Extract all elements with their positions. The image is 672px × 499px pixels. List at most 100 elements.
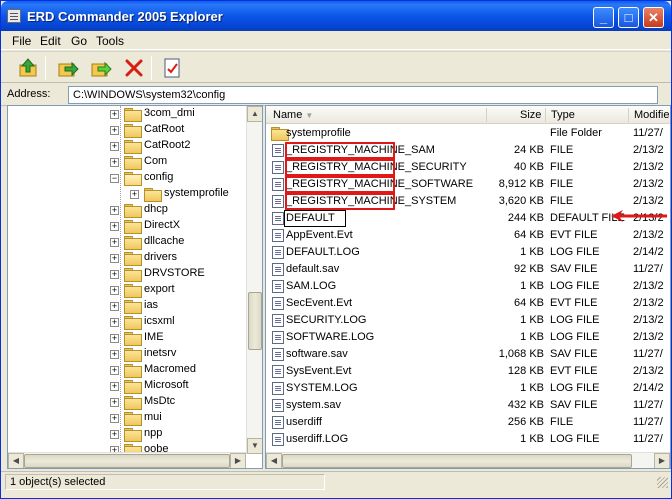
expand-icon[interactable]: + bbox=[110, 318, 119, 327]
expand-icon[interactable]: + bbox=[110, 222, 119, 231]
column-divider[interactable] bbox=[628, 108, 629, 122]
tree-item[interactable]: + Com bbox=[8, 154, 248, 170]
column-divider[interactable] bbox=[545, 108, 546, 122]
minimize-button[interactable]: _ bbox=[593, 7, 614, 28]
title-bar[interactable]: ERD Commander 2005 Explorer _ □ ✕ bbox=[1, 1, 671, 31]
tree-item[interactable]: + mui bbox=[8, 410, 248, 426]
tree-item[interactable]: + IME bbox=[8, 330, 248, 346]
tree-item[interactable]: + DRVSTORE bbox=[8, 266, 248, 282]
expand-icon[interactable]: + bbox=[110, 142, 119, 151]
column-modified-header[interactable]: Modifie bbox=[634, 109, 669, 121]
tree-scroll-thumb[interactable] bbox=[248, 292, 262, 350]
expand-icon[interactable]: + bbox=[110, 158, 119, 167]
expand-icon[interactable]: + bbox=[110, 366, 119, 375]
tree-item[interactable]: + icsxml bbox=[8, 314, 248, 330]
expand-icon[interactable]: + bbox=[110, 126, 119, 135]
scroll-left-icon[interactable]: ◀ bbox=[8, 453, 24, 468]
expand-icon[interactable]: + bbox=[110, 286, 119, 295]
tree-item[interactable]: + Microsoft bbox=[8, 378, 248, 394]
file-size: 40 KB bbox=[514, 161, 544, 173]
tree-item-label: CatRoot2 bbox=[144, 139, 191, 151]
file-row[interactable]: SOFTWARE.LOG 1 KB LOG FILE 2/13/2 bbox=[266, 329, 670, 346]
file-row[interactable]: AppEvent.Evt 64 KB EVT FILE 2/13/2 bbox=[266, 227, 670, 244]
move-icon[interactable] bbox=[55, 55, 81, 81]
resize-grip-icon[interactable] bbox=[657, 477, 668, 488]
column-type-header[interactable]: Type bbox=[551, 109, 575, 121]
tree-item[interactable]: + ias bbox=[8, 298, 248, 314]
tree-horizontal-scrollbar[interactable]: ◀ ▶ bbox=[8, 452, 246, 468]
list-hscroll-thumb[interactable] bbox=[282, 454, 632, 468]
file-row[interactable]: userdiff 256 KB FILE 11/27/ bbox=[266, 414, 670, 431]
list-horizontal-scrollbar[interactable]: ◀ ▶ bbox=[266, 452, 670, 468]
column-name-header[interactable]: Name ▼ bbox=[273, 109, 313, 121]
tree-item[interactable]: + DirectX bbox=[8, 218, 248, 234]
tree-item[interactable]: + inetsrv bbox=[8, 346, 248, 362]
expand-icon[interactable]: + bbox=[110, 302, 119, 311]
expand-icon[interactable]: + bbox=[110, 206, 119, 215]
file-size: 1 KB bbox=[520, 246, 544, 258]
menu-edit[interactable]: Edit bbox=[40, 34, 61, 48]
file-row[interactable]: default.sav 92 KB SAV FILE 11/27/ bbox=[266, 261, 670, 278]
file-row[interactable]: _REGISTRY_MACHINE_SAM 24 KB FILE 2/13/2 bbox=[266, 142, 670, 159]
expand-icon[interactable]: + bbox=[110, 334, 119, 343]
tree-item[interactable]: +3com_dmi bbox=[8, 106, 248, 122]
explorer-window: ERD Commander 2005 Explorer _ □ ✕ File E… bbox=[0, 0, 672, 499]
expand-icon[interactable]: + bbox=[110, 110, 119, 119]
menu-tools[interactable]: Tools bbox=[96, 34, 124, 48]
menu-go[interactable]: Go bbox=[71, 34, 87, 48]
menu-file[interactable]: File bbox=[12, 34, 31, 48]
scroll-right-icon[interactable]: ▶ bbox=[230, 453, 246, 468]
collapse-icon[interactable]: − bbox=[110, 174, 119, 183]
expand-icon[interactable]: + bbox=[110, 254, 119, 263]
delete-icon[interactable] bbox=[121, 55, 147, 81]
expand-icon[interactable]: + bbox=[110, 238, 119, 247]
tree-item[interactable]: + export bbox=[8, 282, 248, 298]
file-row[interactable]: system.sav 432 KB SAV FILE 11/27/ bbox=[266, 397, 670, 414]
tree-vertical-scrollbar[interactable]: ▲ ▼ bbox=[246, 106, 262, 454]
scroll-right-icon[interactable]: ▶ bbox=[654, 453, 670, 468]
file-row[interactable]: SecEvent.Evt 64 KB EVT FILE 2/13/2 bbox=[266, 295, 670, 312]
expand-icon[interactable]: + bbox=[110, 398, 119, 407]
file-type: LOG FILE bbox=[550, 433, 600, 445]
file-row[interactable]: DEFAULT.LOG 1 KB LOG FILE 2/14/2 bbox=[266, 244, 670, 261]
scroll-up-icon[interactable]: ▲ bbox=[247, 106, 262, 122]
expand-icon[interactable]: + bbox=[110, 270, 119, 279]
tree-item[interactable]: + MsDtc bbox=[8, 394, 248, 410]
file-row[interactable]: SECURITY.LOG 1 KB LOG FILE 2/13/2 bbox=[266, 312, 670, 329]
expand-icon[interactable]: + bbox=[110, 430, 119, 439]
properties-icon[interactable] bbox=[159, 55, 185, 81]
tree-item[interactable]: − config bbox=[8, 170, 248, 186]
file-row[interactable]: _REGISTRY_MACHINE_SECURITY 40 KB FILE 2/13/… bbox=[266, 159, 670, 176]
up-folder-icon[interactable] bbox=[15, 55, 41, 81]
address-input[interactable]: C:\WINDOWS\system32\config bbox=[68, 86, 658, 104]
file-row[interactable]: software.sav 1,068 KB SAV FILE 11/27/ bbox=[266, 346, 670, 363]
scroll-left-icon[interactable]: ◀ bbox=[266, 453, 282, 468]
expand-icon[interactable]: + bbox=[110, 414, 119, 423]
file-row[interactable]: systemprofile File Folder 11/27/ bbox=[266, 125, 670, 142]
tree-item[interactable]: + dhcp bbox=[8, 202, 248, 218]
expand-icon[interactable]: + bbox=[110, 350, 119, 359]
tree-item[interactable]: + systemprofile bbox=[8, 186, 248, 202]
maximize-button[interactable]: □ bbox=[618, 7, 639, 28]
close-button[interactable]: ✕ bbox=[643, 7, 664, 28]
column-divider[interactable] bbox=[486, 108, 487, 122]
file-row[interactable]: _REGISTRY_MACHINE_SOFTWARE 8,912 KB FILE 2/… bbox=[266, 176, 670, 193]
column-size-header[interactable]: Size bbox=[520, 109, 541, 121]
tree-item[interactable]: + CatRoot2 bbox=[8, 138, 248, 154]
file-row[interactable]: _REGISTRY_MACHINE_SYSTEM 3,620 KB FILE 2/13… bbox=[266, 193, 670, 210]
tree-item[interactable]: + dllcache bbox=[8, 234, 248, 250]
tree-item[interactable]: + Macromed bbox=[8, 362, 248, 378]
scroll-down-icon[interactable]: ▼ bbox=[247, 438, 262, 454]
file-row[interactable]: SAM.LOG 1 KB LOG FILE 2/13/2 bbox=[266, 278, 670, 295]
file-type: LOG FILE bbox=[550, 331, 600, 343]
tree-item[interactable]: + drivers bbox=[8, 250, 248, 266]
tree-hscroll-thumb[interactable] bbox=[24, 454, 230, 468]
file-row[interactable]: SYSTEM.LOG 1 KB LOG FILE 2/14/2 bbox=[266, 380, 670, 397]
expand-icon[interactable]: + bbox=[110, 382, 119, 391]
file-row[interactable]: SysEvent.Evt 128 KB EVT FILE 2/13/2 bbox=[266, 363, 670, 380]
tree-item[interactable]: + npp bbox=[8, 426, 248, 442]
file-row[interactable]: userdiff.LOG 1 KB LOG FILE 11/27/ bbox=[266, 431, 670, 448]
expand-icon[interactable]: + bbox=[130, 190, 139, 199]
copy-icon[interactable] bbox=[88, 55, 114, 81]
tree-item[interactable]: + CatRoot bbox=[8, 122, 248, 138]
